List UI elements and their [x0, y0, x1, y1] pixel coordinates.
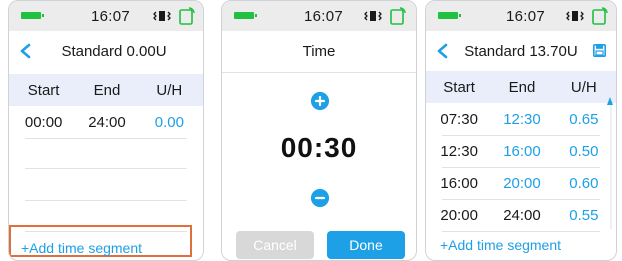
decrement-minus-icon[interactable]	[311, 189, 329, 207]
increment-plus-icon[interactable]	[311, 92, 329, 110]
add-time-segment-link[interactable]: +Add time segment	[21, 240, 142, 256]
row-start: 16:00	[440, 174, 478, 192]
table-row[interactable]: 20:00 24:00 0.55	[426, 199, 616, 231]
column-start: Start	[443, 78, 475, 96]
row-end[interactable]: 20:00	[492, 175, 551, 192]
table-row[interactable]: 00:00 24:00 0.00	[9, 106, 203, 138]
header-divider	[222, 72, 416, 73]
row-divider	[25, 168, 187, 169]
row-end: 24:00	[88, 113, 126, 131]
row-end[interactable]: 12:30	[492, 111, 551, 128]
phone-screen-standard-segments: 16:07 Standard 13.70U Start End U/H 07:3…	[425, 0, 617, 261]
battery-icon	[21, 12, 44, 19]
table-header: Start End U/H	[9, 74, 203, 106]
column-rate: U/H	[570, 78, 597, 96]
row-start: 20:00	[440, 206, 478, 224]
signal-icon	[179, 7, 195, 25]
signal-icon	[592, 7, 608, 25]
page-title: Time	[302, 42, 336, 60]
page-title: Standard 0.00U	[61, 42, 167, 60]
row-rate[interactable]: 0.00	[136, 114, 203, 131]
row-end[interactable]: 16:00	[492, 143, 551, 160]
status-bar: 16:07	[222, 1, 416, 31]
phone-screen-time-picker: 16:07 Time 00:30 Cancel Done	[221, 0, 417, 261]
row-divider	[25, 138, 187, 139]
cancel-button[interactable]: Cancel	[236, 231, 314, 259]
column-start: Start	[27, 81, 60, 99]
column-rate: U/H	[156, 81, 183, 99]
page-title: Standard 13.70U	[464, 42, 578, 60]
save-icon[interactable]	[593, 44, 606, 57]
row-end: 24:00	[503, 206, 541, 224]
column-end: End	[508, 78, 536, 96]
battery-icon	[234, 12, 257, 19]
status-time: 16:07	[506, 8, 546, 25]
add-time-segment-link[interactable]: +Add time segment	[440, 237, 561, 253]
table-row[interactable]: 07:30 12:30 0.65	[426, 103, 616, 135]
row-rate[interactable]: 0.60	[552, 175, 616, 192]
done-button[interactable]: Done	[327, 231, 405, 259]
row-start: 07:30	[440, 110, 478, 128]
screenshot-canvas: 16:07 Standard 0.00U Start End U/H 00:00…	[0, 0, 622, 261]
scroll-up-arrow-icon[interactable]	[607, 97, 613, 105]
time-value: 00:30	[280, 132, 358, 163]
status-bar: 16:07	[426, 1, 616, 31]
table-row[interactable]: 12:30 16:00 0.50	[426, 135, 616, 167]
row-divider	[25, 200, 187, 201]
row-rate[interactable]: 0.50	[552, 143, 616, 160]
vibrate-icon	[566, 11, 584, 21]
row-rate[interactable]: 0.55	[552, 207, 616, 224]
table-header: Start End U/H	[426, 71, 616, 103]
vibrate-icon	[364, 11, 382, 21]
row-start: 00:00	[24, 113, 63, 131]
signal-icon	[390, 7, 406, 25]
battery-icon	[438, 12, 461, 19]
status-bar: 16:07	[9, 1, 203, 31]
column-end: End	[93, 81, 121, 99]
scrollbar[interactable]	[610, 97, 612, 229]
vibrate-icon	[153, 11, 171, 21]
status-time: 16:07	[304, 8, 344, 25]
table-row[interactable]: 16:00 20:00 0.60	[426, 167, 616, 199]
phone-screen-standard-empty: 16:07 Standard 0.00U Start End U/H 00:00…	[8, 0, 204, 261]
row-rate[interactable]: 0.65	[552, 111, 616, 128]
row-start: 12:30	[440, 142, 478, 160]
status-time: 16:07	[91, 8, 131, 25]
row-divider	[442, 231, 600, 232]
